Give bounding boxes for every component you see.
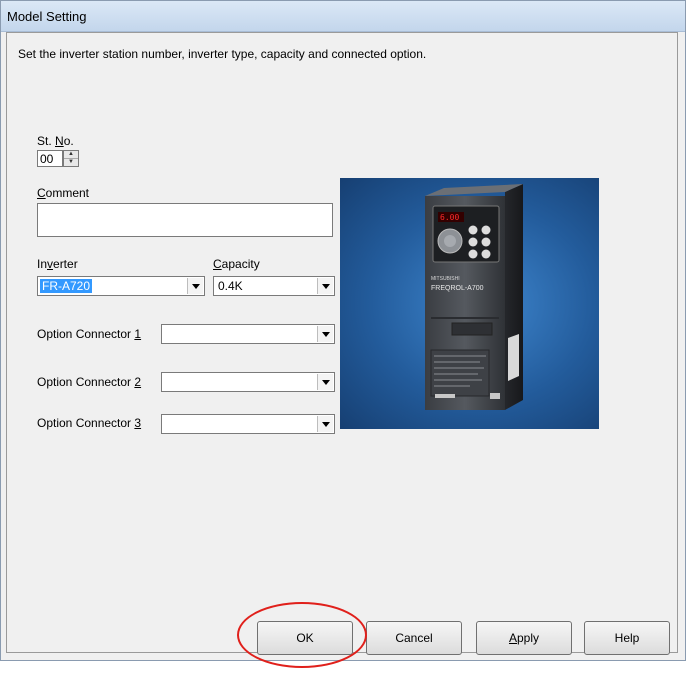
capacity-label: Capacity: [213, 257, 260, 271]
comment-input[interactable]: [37, 203, 333, 237]
option-connector-3-select[interactable]: [161, 414, 335, 434]
cancel-button[interactable]: Cancel: [366, 621, 462, 655]
inverter-label-suffix: erter: [53, 257, 78, 271]
apply-button[interactable]: Apply: [476, 621, 572, 655]
capacity-label-mnemonic: C: [213, 257, 222, 271]
option-connector-1-select[interactable]: [161, 324, 335, 344]
model-setting-dialog: Model Setting Set the inverter station n…: [0, 0, 686, 661]
chevron-down-icon[interactable]: [317, 278, 333, 294]
inverter-display-readout: 6.00: [440, 213, 459, 222]
comment-label-mnemonic: C: [37, 186, 46, 200]
station-label-suffix: o.: [63, 134, 74, 148]
chevron-down-icon[interactable]: [317, 416, 333, 432]
dialog-body: Set the inverter station number, inverte…: [6, 32, 678, 655]
station-label-mnemonic: N: [55, 134, 64, 148]
help-button[interactable]: Help: [584, 621, 670, 655]
station-label-prefix: St.: [37, 134, 56, 148]
option-connector-1-label: Option Connector 1: [37, 327, 141, 341]
window-title: Model Setting: [7, 9, 87, 24]
chevron-down-icon[interactable]: [317, 326, 333, 342]
station-number-field[interactable]: 00: [37, 150, 63, 167]
capacity-select[interactable]: 0.4K: [213, 276, 335, 296]
spin-down-arrow-icon[interactable]: ▼: [64, 159, 78, 166]
description-text: Set the inverter station number, inverte…: [18, 47, 427, 61]
capacity-selected-value: 0.4K: [218, 279, 243, 293]
option-connector-3-value: [164, 417, 168, 431]
chevron-down-icon[interactable]: [187, 278, 203, 294]
apply-mnemonic: A: [508, 631, 517, 645]
apply-label-rest: pply: [517, 631, 540, 645]
station-number-spinner[interactable]: ▲ ▼: [63, 150, 79, 167]
option-connector-3-label: Option Connector 3: [37, 416, 141, 430]
inverter-label-prefix: In: [37, 257, 48, 271]
option-1-label-mnemonic: 1: [134, 327, 142, 341]
ok-highlight-ring: [237, 602, 367, 668]
inverter-product-image: 6.00 MITSUBISHI FREQROL-A700: [340, 178, 599, 429]
option-2-label-mnemonic: 2: [134, 375, 142, 389]
option-connector-1-value: [164, 327, 168, 341]
option-1-label-prefix: Option Connector: [37, 327, 135, 341]
capacity-label-suffix: apacity: [221, 257, 260, 271]
option-connector-2-select[interactable]: [161, 372, 335, 392]
option-2-label-prefix: Option Connector: [37, 375, 135, 389]
chevron-down-icon[interactable]: [317, 374, 333, 390]
brand-label: MITSUBISHI: [431, 276, 460, 282]
option-3-label-prefix: Option Connector: [37, 416, 135, 430]
option-3-label-mnemonic: 3: [134, 416, 142, 430]
title-bar[interactable]: Model Setting: [1, 1, 685, 32]
option-connector-2-value: [164, 375, 168, 389]
inverter-illustration: 6.00 MITSUBISHI FREQROL-A700: [425, 184, 523, 410]
series-label: FREQROL-A700: [431, 285, 484, 292]
comment-label-suffix: omment: [45, 186, 90, 200]
comment-label: Comment: [37, 186, 89, 200]
spin-up-arrow-icon[interactable]: ▲: [64, 151, 78, 159]
inverter-select[interactable]: FR-A720: [37, 276, 205, 296]
inverter-label: Inverter: [37, 257, 78, 271]
station-number-label: St. No.: [37, 134, 74, 148]
option-connector-2-label: Option Connector 2: [37, 375, 141, 389]
inverter-selected-value: FR-A720: [40, 279, 93, 293]
